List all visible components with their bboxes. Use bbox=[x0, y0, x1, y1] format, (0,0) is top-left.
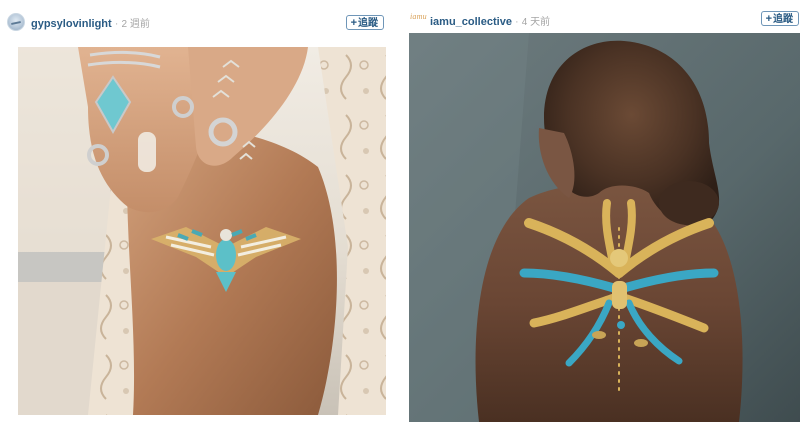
photo-flash-tattoo-back bbox=[409, 33, 800, 422]
post-header: gypsylovinlight · 2 週前 +追蹤 bbox=[0, 0, 395, 34]
follow-button[interactable]: +追蹤 bbox=[760, 11, 799, 26]
username-link[interactable]: iamu_collective · 4 天前 bbox=[430, 13, 550, 28]
post-photo[interactable] bbox=[18, 47, 386, 415]
avatar[interactable] bbox=[7, 13, 25, 31]
avatar[interactable]: iamu bbox=[410, 12, 432, 24]
post-card: iamu iamu_collective · 4 天前 +追蹤 bbox=[405, 0, 800, 424]
username-text[interactable]: iamu_collective bbox=[430, 16, 512, 28]
post-header: iamu iamu_collective · 4 天前 +追蹤 bbox=[405, 0, 800, 34]
follow-button[interactable]: +追蹤 bbox=[345, 15, 384, 30]
follow-label: 追蹤 bbox=[773, 14, 793, 25]
plus-icon: + bbox=[765, 13, 772, 25]
post-card: gypsylovinlight · 2 週前 +追蹤 bbox=[0, 0, 395, 424]
username-text[interactable]: gypsylovinlight bbox=[31, 18, 112, 30]
post-photo[interactable] bbox=[409, 33, 800, 422]
separator-dot: · bbox=[515, 16, 522, 28]
photo-flash-tattoo-thigh bbox=[18, 47, 386, 415]
plus-icon: + bbox=[350, 17, 357, 29]
post-time: 4 天前 bbox=[521, 17, 551, 28]
avatar-logo-text: iamu bbox=[410, 12, 427, 21]
follow-label: 追蹤 bbox=[358, 18, 378, 29]
post-time: 2 週前 bbox=[121, 19, 150, 30]
username-link[interactable]: gypsylovinlight · 2 週前 bbox=[31, 15, 150, 30]
